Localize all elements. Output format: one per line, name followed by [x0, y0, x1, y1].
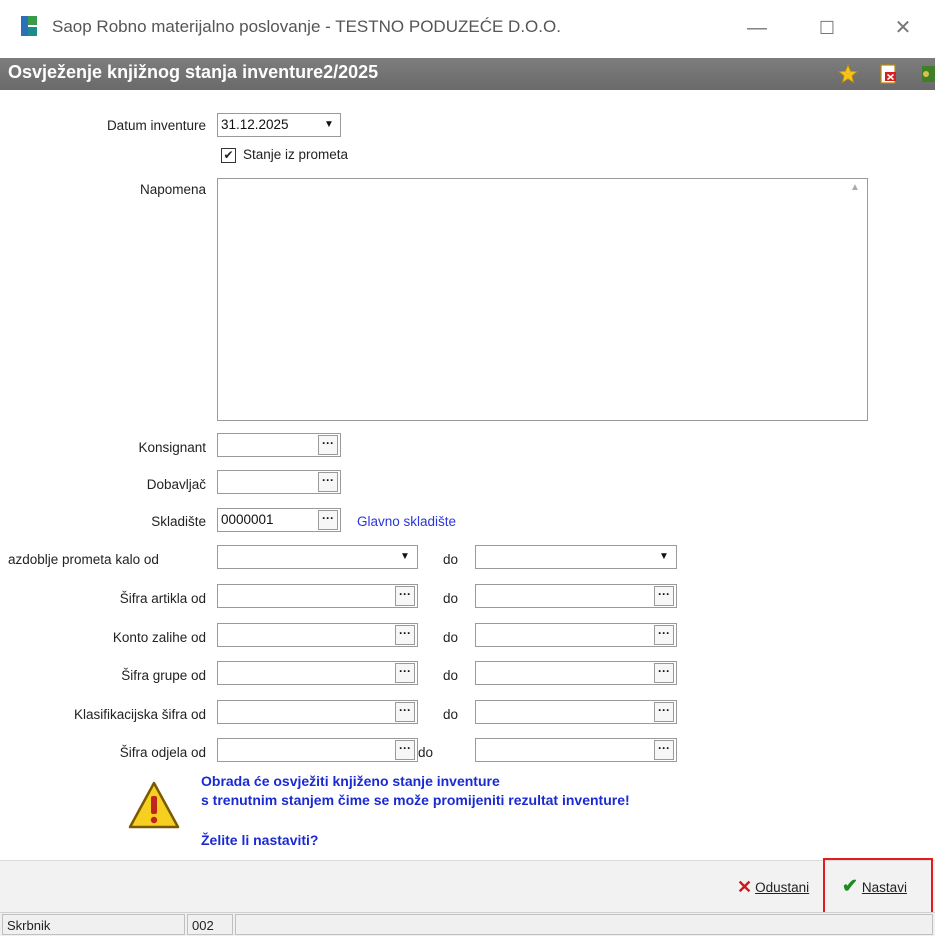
klasifikacijska-sifra-label: Klasifikacijska šifra od — [73, 707, 206, 722]
stanje-iz-prometa-checkbox[interactable]: ✔ — [221, 148, 236, 163]
exit-door-icon[interactable] — [920, 64, 935, 84]
napomena-textarea[interactable] — [217, 178, 868, 421]
sifra-odjela-od-lookup-button[interactable]: ··· — [395, 740, 415, 760]
dobavljac-label: Dobavljač — [146, 477, 206, 492]
sifra-grupe-do-label: do — [443, 668, 459, 683]
skladiste-lookup-button[interactable]: ··· — [318, 510, 338, 530]
klasifikacijska-sifra-od-lookup-button[interactable]: ··· — [395, 702, 415, 722]
stanje-iz-prometa-label: Stanje iz prometa — [243, 147, 349, 162]
sifra-artikla-do-input[interactable]: ··· — [475, 584, 677, 608]
konto-zalihe-do-input[interactable]: ··· — [475, 623, 677, 647]
window-title: Saop Robno materijalno poslovanje - TEST… — [52, 17, 561, 36]
konto-zalihe-od-lookup-button[interactable]: ··· — [395, 625, 415, 645]
sifra-odjela-od-input[interactable]: ··· — [217, 738, 418, 762]
scroll-up-arrow-icon[interactable]: ▲ — [850, 182, 860, 193]
maximize-button[interactable]: ☐ — [812, 14, 842, 42]
warning-icon — [128, 781, 180, 829]
razdoblje-od-dropdown[interactable]: ▼ — [217, 545, 418, 569]
sifra-artikla-do-label: do — [443, 591, 459, 606]
razdoblje-do-label: do — [443, 552, 459, 567]
close-button[interactable]: ✕ — [888, 14, 918, 42]
datum-inventure-dropdown[interactable]: 31.12.2025 ▼ — [217, 113, 341, 137]
favorite-star-icon[interactable] — [838, 64, 858, 84]
sifra-grupe-do-input[interactable]: ··· — [475, 661, 677, 685]
warning-question: Želite li nastaviti? — [201, 832, 319, 848]
konto-zalihe-do-label: do — [443, 630, 459, 645]
skladiste-value: 0000001 — [221, 512, 274, 527]
warning-line-1: Obrada će osvježiti knjiženo stanje inve… — [201, 773, 500, 789]
klasifikacijska-sifra-do-label: do — [443, 707, 459, 722]
form-title: Osvježenje knjižnog stanja inventure2/20… — [8, 62, 379, 82]
status-user: Skrbnik — [2, 914, 185, 935]
konsignant-lookup-button[interactable]: ··· — [318, 435, 338, 455]
app-logo-icon — [21, 16, 37, 36]
konto-zalihe-label: Konto zalihe od — [112, 630, 206, 645]
status-message — [235, 914, 933, 935]
sifra-odjela-do-lookup-button[interactable]: ··· — [654, 740, 674, 760]
sifra-artikla-label: Šifra artikla od — [119, 591, 206, 606]
chevron-down-icon: ▼ — [659, 551, 669, 562]
klasifikacijska-sifra-do-input[interactable]: ··· — [475, 700, 677, 724]
konsignant-input[interactable]: ··· — [217, 433, 341, 457]
cancel-button[interactable]: ✕ Odustani — [737, 876, 809, 898]
klasifikacijska-sifra-do-lookup-button[interactable]: ··· — [654, 702, 674, 722]
datum-inventure-value: 31.12.2025 — [221, 117, 289, 132]
warning-line-2: s trenutnim stanjem čime se može promije… — [201, 792, 630, 808]
cancel-button-label: Odustani — [755, 879, 810, 895]
sifra-grupe-od-input[interactable]: ··· — [217, 661, 418, 685]
konto-zalihe-do-lookup-button[interactable]: ··· — [654, 625, 674, 645]
konsignant-label: Konsignant — [138, 440, 206, 455]
razdoblje-prometa-label: azdoblje prometa kalo od — [8, 552, 159, 567]
skladiste-name-link[interactable]: Glavno skladište — [357, 514, 456, 529]
sifra-odjela-do-label: do — [418, 745, 434, 760]
skladiste-input[interactable]: 0000001 ··· — [217, 508, 341, 532]
minimize-button[interactable]: — — [742, 14, 772, 42]
sifra-artikla-do-lookup-button[interactable]: ··· — [654, 586, 674, 606]
chevron-down-icon: ▼ — [400, 551, 410, 562]
napomena-label: Napomena — [139, 182, 206, 197]
sifra-grupe-do-lookup-button[interactable]: ··· — [654, 663, 674, 683]
sifra-artikla-od-lookup-button[interactable]: ··· — [395, 586, 415, 606]
sifra-grupe-label: Šifra grupe od — [121, 668, 206, 683]
highlight-box — [823, 858, 933, 916]
razdoblje-do-dropdown[interactable]: ▼ — [475, 545, 677, 569]
dobavljac-input[interactable]: ··· — [217, 470, 341, 494]
export-document-icon[interactable] — [880, 64, 898, 84]
sifra-grupe-od-lookup-button[interactable]: ··· — [395, 663, 415, 683]
datum-inventure-label: Datum inventure — [106, 118, 206, 133]
skladiste-label: Skladište — [151, 514, 206, 529]
konto-zalihe-od-input[interactable]: ··· — [217, 623, 418, 647]
dobavljac-lookup-button[interactable]: ··· — [318, 472, 338, 492]
klasifikacijska-sifra-od-input[interactable]: ··· — [217, 700, 418, 724]
cancel-x-icon: ✕ — [737, 877, 753, 897]
sifra-odjela-do-input[interactable]: ··· — [475, 738, 677, 762]
sifra-odjela-label: Šifra odjela od — [119, 745, 206, 760]
sifra-artikla-od-input[interactable]: ··· — [217, 584, 418, 608]
status-code: 002 — [187, 914, 233, 935]
chevron-down-icon: ▼ — [324, 119, 334, 130]
